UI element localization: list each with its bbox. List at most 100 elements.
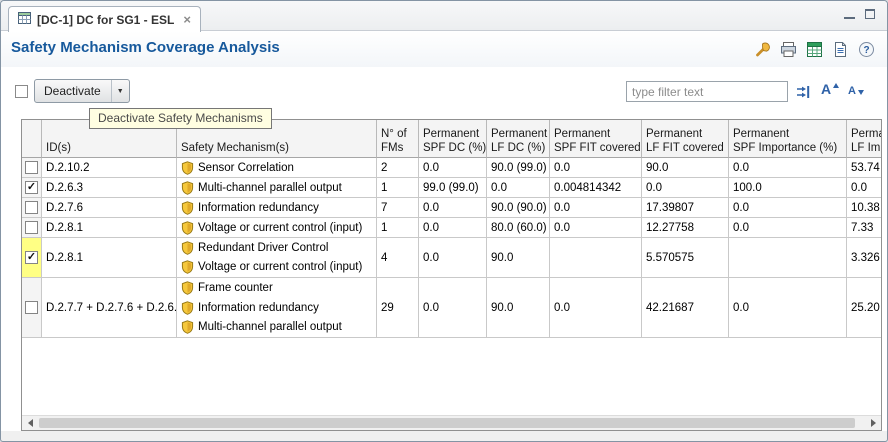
cell-mechanisms: Frame counterInformation redundancy Multi…	[177, 278, 377, 338]
row-checkbox[interactable]: ✓	[25, 251, 38, 264]
scroll-right-button[interactable]	[865, 416, 881, 430]
maximize-icon[interactable]	[865, 9, 875, 19]
chevron-down-icon[interactable]: ▼	[112, 88, 129, 95]
deactivate-button-label: Deactivate	[35, 84, 111, 98]
cell-value: 0.0	[729, 278, 847, 338]
cell-value: 7.33	[847, 218, 882, 238]
column-header[interactable]: PermanentSPF DC (%)	[419, 120, 487, 158]
mechanism-label: Sensor Correlation	[198, 162, 294, 174]
row-checkbox[interactable]	[25, 161, 38, 174]
report-icon[interactable]	[832, 41, 849, 58]
minimize-icon[interactable]	[844, 10, 855, 19]
mechanism-label: Multi-channel parallel output	[198, 321, 342, 333]
mechanism-line: Frame counter	[177, 278, 376, 298]
shield-icon	[181, 301, 194, 315]
cell-id: D.2.10.2	[42, 158, 177, 178]
cell-value: 29	[377, 278, 419, 338]
cell-value: 10.38	[847, 198, 882, 218]
cell-value: 90.0	[487, 238, 550, 278]
table-row[interactable]: D.2.10.2Sensor Correlation20.090.0 (99.0…	[22, 158, 881, 178]
cell-mechanisms: Multi-channel parallel output	[177, 178, 377, 198]
cell-value: 0.0	[729, 218, 847, 238]
column-header[interactable]: PermanentSPF FIT covered	[550, 120, 642, 158]
resize-columns-icon[interactable]	[795, 84, 811, 105]
cell-value: 0.0	[487, 178, 550, 198]
cell-value: 80.0 (60.0)	[487, 218, 550, 238]
cell-mechanisms: Sensor Correlation	[177, 158, 377, 178]
cell-value: 0.0	[419, 278, 487, 338]
tab-title: [DC-1] DC for SG1 - ESL	[37, 13, 174, 27]
shield-icon	[181, 241, 194, 255]
filter-input[interactable]	[626, 81, 788, 102]
print-icon[interactable]	[780, 41, 797, 58]
column-header[interactable]: PermanentLF DC (%)	[487, 120, 550, 158]
table-body: D.2.10.2Sensor Correlation20.090.0 (99.0…	[22, 158, 881, 338]
cell-value: 17.39807	[642, 198, 729, 218]
mechanism-line: Multi-channel parallel output	[177, 178, 376, 197]
mechanism-line: Multi-channel parallel output	[177, 317, 376, 337]
row-checkbox-cell: ✓	[22, 238, 42, 278]
row-checkbox[interactable]	[25, 221, 38, 234]
cell-value: 1	[377, 178, 419, 198]
cell-value: 0.0	[550, 218, 642, 238]
cell-value: 0.0	[847, 178, 882, 198]
select-all-checkbox[interactable]	[15, 85, 28, 98]
row-checkbox[interactable]	[25, 301, 38, 314]
mechanism-line: Voltage or current control (input)	[177, 258, 376, 278]
cell-id: D.2.7.7 + D.2.7.6 + D.2.6.3	[42, 278, 177, 338]
shield-icon	[181, 201, 194, 215]
export-excel-icon[interactable]	[806, 41, 823, 58]
column-header[interactable]: N° ofFMs	[377, 120, 419, 158]
table-row[interactable]: ✓ D.2.8.1 Redundant Driver Control Voltage …	[22, 238, 881, 278]
close-icon[interactable]: ×	[183, 13, 191, 26]
column-header[interactable]: PermanentLF Importance (%)	[847, 120, 882, 158]
column-header[interactable]: PermanentLF FIT covered	[642, 120, 729, 158]
shield-icon	[181, 161, 194, 175]
cell-value: 0.0	[550, 278, 642, 338]
cell-mechanisms: Information redundancy	[177, 198, 377, 218]
cell-value: 0.0	[419, 238, 487, 278]
font-decrease-letter: A	[848, 86, 856, 97]
shield-icon	[181, 320, 194, 334]
table-row[interactable]: ✓ D.2.6.3Multi-channel parallel output199…	[22, 178, 881, 198]
mechanism-line: Voltage or current control (input)	[177, 218, 376, 237]
row-checkbox-cell	[22, 198, 42, 218]
table-row[interactable]: D.2.7.7 + D.2.7.6 + D.2.6.3Frame counter…	[22, 278, 881, 338]
shield-icon	[181, 281, 194, 295]
row-checkbox[interactable]	[25, 201, 38, 214]
cell-id: D.2.6.3	[42, 178, 177, 198]
scrollbar-thumb[interactable]	[39, 418, 855, 428]
cell-value: 4	[377, 238, 419, 278]
scroll-left-button[interactable]	[22, 416, 38, 430]
cell-value: 0.0	[550, 198, 642, 218]
column-header[interactable]: PermanentSPF Importance (%)	[729, 120, 847, 158]
cell-value: 99.0 (99.0)	[419, 178, 487, 198]
row-checkbox-cell: ✓	[22, 178, 42, 198]
deactivate-button[interactable]: Deactivate ▼	[34, 79, 130, 103]
mechanism-line: Sensor Correlation	[177, 158, 376, 177]
cell-value	[729, 238, 847, 278]
mechanism-label: Redundant Driver Control	[198, 242, 328, 254]
font-decrease-icon[interactable]: A	[848, 86, 864, 97]
wrench-icon[interactable]	[754, 41, 771, 58]
editor-tab[interactable]: [DC-1] DC for SG1 - ESL ×	[8, 6, 201, 32]
cell-id: D.2.8.1	[42, 238, 177, 278]
mechanism-label: Information redundancy	[198, 202, 319, 214]
font-increase-icon[interactable]: A	[821, 82, 839, 96]
cell-value: 53.74	[847, 158, 882, 178]
table-row[interactable]: D.2.8.1Voltage or current control (input…	[22, 218, 881, 238]
row-checkbox[interactable]: ✓	[25, 181, 38, 194]
cell-value: 100.0	[729, 178, 847, 198]
cell-value: 3.326	[847, 238, 882, 278]
cell-id: D.2.7.6	[42, 198, 177, 218]
table-row[interactable]: D.2.7.6Information redundancy70.090.0 (9…	[22, 198, 881, 218]
cell-value: 2	[377, 158, 419, 178]
mechanism-line: Information redundancy	[177, 298, 376, 318]
cell-value: 0.0	[419, 218, 487, 238]
horizontal-scrollbar[interactable]	[22, 415, 881, 430]
tooltip: Deactivate Safety Mechanisms	[89, 108, 272, 129]
help-icon[interactable]: ?	[858, 41, 875, 58]
cell-value: 90.0 (99.0)	[487, 158, 550, 178]
shield-icon	[181, 260, 194, 274]
cell-value: 5.570575	[642, 238, 729, 278]
